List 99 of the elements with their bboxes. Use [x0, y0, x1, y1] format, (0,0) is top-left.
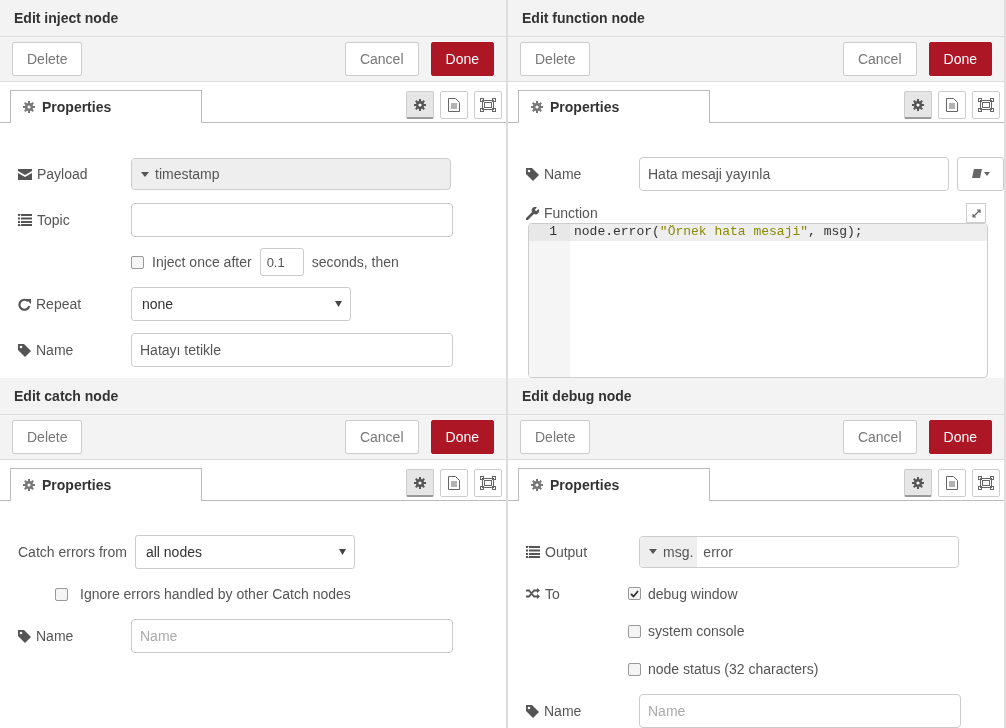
properties-tab[interactable]: Properties — [518, 468, 710, 501]
tag-icon — [526, 704, 539, 718]
settings-icon — [531, 101, 543, 113]
caret-icon — [649, 549, 657, 555]
done-button[interactable]: Done — [928, 420, 992, 454]
checkbox[interactable] — [628, 624, 641, 638]
settings-icon — [912, 98, 924, 111]
checkbox-label: system console — [648, 623, 745, 640]
document-icon — [448, 476, 460, 490]
settings-icon — [23, 101, 35, 113]
properties-tab[interactable]: Properties — [10, 468, 202, 501]
appearance-button[interactable] — [972, 91, 1000, 119]
typed-input-field[interactable]: timestamp — [131, 158, 451, 190]
list-icon — [526, 545, 540, 558]
frame-icon — [480, 476, 496, 490]
settings-icon — [23, 479, 35, 491]
frame-icon — [978, 98, 994, 112]
checkbox[interactable] — [55, 587, 68, 601]
document-icon — [946, 476, 958, 490]
panel-title: Edit function node — [522, 10, 645, 26]
number-field[interactable]: 0.1 — [259, 248, 304, 276]
panel-title: Edit debug node — [522, 388, 632, 404]
panel-title: Edit inject node — [14, 10, 119, 26]
settings-icon — [912, 476, 924, 489]
text-field[interactable]: Hatayı tetikle — [131, 333, 453, 367]
wrench-icon — [526, 206, 539, 220]
caret-icon — [335, 301, 342, 307]
refresh-icon — [18, 297, 31, 311]
delete-button[interactable]: Delete — [520, 42, 591, 76]
field-label: Name — [544, 166, 582, 182]
envelope-icon — [18, 168, 32, 180]
done-button[interactable]: Done — [430, 42, 494, 76]
tag-icon — [18, 343, 31, 357]
properties-tab[interactable]: Properties — [10, 90, 202, 123]
description-button[interactable] — [938, 469, 966, 497]
cancel-button[interactable]: Cancel — [842, 420, 917, 454]
field-label: Output — [545, 543, 588, 560]
panel-title: Edit catch node — [14, 388, 119, 404]
frame-icon — [978, 476, 994, 490]
code-editor[interactable]: 1 node.error("Örnek hata mesaji", msg); — [528, 223, 988, 378]
document-icon — [448, 98, 460, 112]
done-button[interactable]: Done — [928, 42, 992, 76]
line-number: 1 — [529, 224, 570, 241]
settings-icon — [531, 479, 543, 491]
tag-icon — [526, 167, 539, 181]
field-label: Name — [36, 628, 74, 644]
appearance-button[interactable] — [474, 469, 502, 497]
text-field[interactable]: Name — [639, 694, 961, 728]
appearance-button[interactable] — [972, 469, 1000, 497]
cancel-button[interactable]: Cancel — [842, 42, 917, 76]
document-icon — [946, 98, 958, 112]
dropdown[interactable]: all nodes — [134, 535, 355, 569]
field-label: Function — [544, 205, 598, 221]
properties-tab[interactable]: Properties — [518, 90, 710, 123]
settings-icon — [414, 98, 426, 111]
description-button[interactable] — [440, 469, 468, 497]
field-label: To — [545, 585, 560, 602]
library-button[interactable] — [957, 157, 1004, 191]
tag-icon — [18, 629, 31, 643]
expand-button[interactable] — [966, 203, 986, 223]
description-button[interactable] — [938, 91, 966, 119]
text-field[interactable]: Name — [131, 619, 453, 653]
checkbox-label: Ignore errors handled by other Catch nodes — [80, 586, 351, 602]
frame-icon — [480, 98, 496, 112]
field-label: Repeat — [36, 296, 82, 312]
settings-button[interactable] — [406, 469, 434, 497]
description-button[interactable] — [440, 91, 468, 119]
checkbox[interactable] — [628, 587, 641, 601]
settings-button[interactable] — [904, 91, 932, 119]
cancel-button[interactable]: Cancel — [344, 42, 419, 76]
delete-button[interactable]: Delete — [520, 420, 591, 454]
text-field[interactable]: Hata mesaji yayınla — [639, 157, 950, 191]
field-label: Name — [36, 342, 74, 358]
field-label: Name — [544, 703, 582, 719]
settings-button[interactable] — [904, 469, 932, 497]
settings-icon — [414, 476, 426, 489]
field-label: Payload — [37, 166, 88, 182]
checkbox[interactable] — [628, 662, 641, 676]
checkbox-label: debug window — [648, 585, 738, 602]
checkbox[interactable] — [131, 255, 144, 269]
done-button[interactable]: Done — [430, 420, 494, 454]
list-icon — [18, 214, 32, 226]
delete-button[interactable]: Delete — [12, 420, 83, 454]
field-label: Catch errors from — [18, 544, 127, 560]
checkbox-label: Inject once after — [152, 254, 252, 270]
text-field[interactable] — [131, 203, 453, 237]
expand-icon — [971, 208, 981, 218]
cancel-button[interactable]: Cancel — [344, 420, 419, 454]
shuffle-icon — [526, 588, 540, 600]
caret-icon — [338, 549, 346, 555]
field-label: Topic — [37, 212, 70, 228]
settings-button[interactable] — [406, 91, 434, 119]
checkbox-label: node status (32 characters) — [648, 661, 819, 678]
delete-button[interactable]: Delete — [12, 42, 83, 76]
caret-icon — [141, 171, 149, 177]
unit-label: seconds, then — [311, 254, 399, 270]
typed-input-field[interactable]: msg. error — [639, 535, 959, 568]
dropdown[interactable]: none — [131, 287, 351, 321]
appearance-button[interactable] — [474, 91, 502, 119]
